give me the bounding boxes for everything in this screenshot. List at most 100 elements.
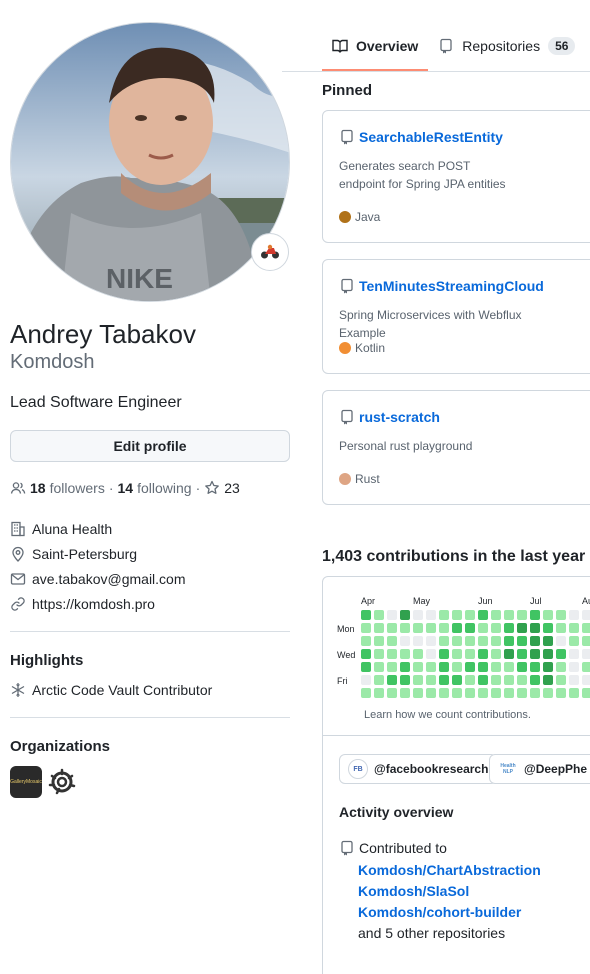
contribution-day-cell[interactable]: [465, 623, 475, 633]
contribution-day-cell[interactable]: [569, 610, 579, 620]
contribution-day-cell[interactable]: [374, 662, 384, 672]
contribution-day-cell[interactable]: [426, 636, 436, 646]
contribution-day-cell[interactable]: [439, 688, 449, 698]
contribution-day-cell[interactable]: [478, 623, 488, 633]
contribution-day-cell[interactable]: [569, 623, 579, 633]
contribution-day-cell[interactable]: [374, 688, 384, 698]
contribution-day-cell[interactable]: [478, 610, 488, 620]
contribution-day-cell[interactable]: [400, 649, 410, 659]
activity-org-filter[interactable]: FB @facebookresearch: [339, 754, 498, 784]
contribution-day-cell[interactable]: [387, 610, 397, 620]
contribution-day-cell[interactable]: [387, 662, 397, 672]
contribution-day-cell[interactable]: [426, 662, 436, 672]
contribution-day-cell[interactable]: [452, 636, 462, 646]
contribution-day-cell[interactable]: [413, 675, 423, 685]
contribution-day-cell[interactable]: [543, 649, 553, 659]
contribution-day-cell[interactable]: [361, 688, 371, 698]
contribution-day-cell[interactable]: [543, 675, 553, 685]
contribution-day-cell[interactable]: [582, 610, 590, 620]
contribution-day-cell[interactable]: [569, 636, 579, 646]
contribution-day-cell[interactable]: [413, 649, 423, 659]
contribution-day-cell[interactable]: [491, 649, 501, 659]
contribution-day-cell[interactable]: [517, 688, 527, 698]
contribution-day-cell[interactable]: [517, 649, 527, 659]
contribution-day-cell[interactable]: [491, 688, 501, 698]
contribution-day-cell[interactable]: [517, 623, 527, 633]
contribution-day-cell[interactable]: [569, 649, 579, 659]
contribution-day-cell[interactable]: [452, 662, 462, 672]
contribution-day-cell[interactable]: [478, 688, 488, 698]
contribution-day-cell[interactable]: [400, 662, 410, 672]
contribution-day-cell[interactable]: [413, 636, 423, 646]
contribution-day-cell[interactable]: [582, 675, 590, 685]
contribution-day-cell[interactable]: [413, 623, 423, 633]
contribution-day-cell[interactable]: [491, 610, 501, 620]
contribution-day-cell[interactable]: [361, 662, 371, 672]
contribution-day-cell[interactable]: [400, 675, 410, 685]
following-link[interactable]: 14 following: [118, 480, 192, 496]
contribution-day-cell[interactable]: [530, 675, 540, 685]
contribution-day-cell[interactable]: [569, 675, 579, 685]
pinned-repo-name[interactable]: rust-scratch: [359, 409, 440, 425]
contribution-day-cell[interactable]: [387, 649, 397, 659]
contribution-day-cell[interactable]: [465, 636, 475, 646]
contribution-day-cell[interactable]: [400, 636, 410, 646]
contribution-day-cell[interactable]: [491, 662, 501, 672]
contribution-day-cell[interactable]: [439, 636, 449, 646]
contribution-day-cell[interactable]: [426, 649, 436, 659]
contribution-day-cell[interactable]: [374, 649, 384, 659]
contribution-day-cell[interactable]: [413, 610, 423, 620]
contribution-day-cell[interactable]: [439, 649, 449, 659]
contribution-day-cell[interactable]: [387, 688, 397, 698]
contribution-day-cell[interactable]: [452, 675, 462, 685]
pinned-repo-link[interactable]: rust-scratch: [339, 409, 440, 425]
contribution-day-cell[interactable]: [361, 623, 371, 633]
followers-link[interactable]: 18 followers: [30, 480, 105, 496]
contribution-day-cell[interactable]: [426, 688, 436, 698]
stars-link[interactable]: 23: [204, 480, 240, 496]
contribution-day-cell[interactable]: [543, 636, 553, 646]
contribution-day-cell[interactable]: [491, 675, 501, 685]
contribution-day-cell[interactable]: [582, 636, 590, 646]
contribution-day-cell[interactable]: [374, 610, 384, 620]
email-text[interactable]: ave.tabakov@gmail.com: [32, 571, 186, 587]
contributed-repo-link[interactable]: Komdosh/cohort-builder: [358, 904, 521, 920]
contribution-day-cell[interactable]: [361, 675, 371, 685]
contribution-day-cell[interactable]: [478, 662, 488, 672]
contribution-day-cell[interactable]: [530, 662, 540, 672]
contribution-day-cell[interactable]: [582, 688, 590, 698]
website-text[interactable]: https://komdosh.pro: [32, 596, 155, 612]
org-gallery-mosaic[interactable]: GalleryMosaic: [10, 766, 42, 798]
contribution-day-cell[interactable]: [465, 610, 475, 620]
contribution-day-cell[interactable]: [374, 675, 384, 685]
contribution-day-cell[interactable]: [530, 649, 540, 659]
org-grafana[interactable]: [46, 766, 78, 798]
tab-repositories[interactable]: Repositories 56: [428, 28, 585, 64]
contribution-day-cell[interactable]: [543, 688, 553, 698]
contribution-day-cell[interactable]: [543, 610, 553, 620]
contribution-day-cell[interactable]: [517, 636, 527, 646]
contribution-day-cell[interactable]: [491, 636, 501, 646]
contribution-day-cell[interactable]: [491, 623, 501, 633]
contribution-day-cell[interactable]: [504, 675, 514, 685]
profile-website[interactable]: https://komdosh.pro: [10, 596, 155, 612]
contribution-day-cell[interactable]: [556, 636, 566, 646]
contribution-day-cell[interactable]: [530, 610, 540, 620]
contribution-day-cell[interactable]: [504, 688, 514, 698]
contribution-day-cell[interactable]: [361, 610, 371, 620]
contributed-repo-link[interactable]: Komdosh/SlaSol: [358, 883, 469, 899]
pinned-repo-name[interactable]: SearchableRestEntity: [359, 129, 503, 145]
contribution-day-cell[interactable]: [439, 675, 449, 685]
contribution-day-cell[interactable]: [517, 675, 527, 685]
contribution-day-cell[interactable]: [504, 649, 514, 659]
contribution-day-cell[interactable]: [556, 688, 566, 698]
contribution-day-cell[interactable]: [569, 688, 579, 698]
pinned-repo-link[interactable]: TenMinutesStreamingCloud: [339, 278, 544, 294]
contribution-day-cell[interactable]: [530, 688, 540, 698]
avatar[interactable]: NIKE: [10, 22, 290, 302]
contribution-day-cell[interactable]: [517, 610, 527, 620]
contribution-day-cell[interactable]: [452, 649, 462, 659]
contribution-day-cell[interactable]: [387, 623, 397, 633]
pinned-repo-name[interactable]: TenMinutesStreamingCloud: [359, 278, 544, 294]
contribution-day-cell[interactable]: [465, 662, 475, 672]
